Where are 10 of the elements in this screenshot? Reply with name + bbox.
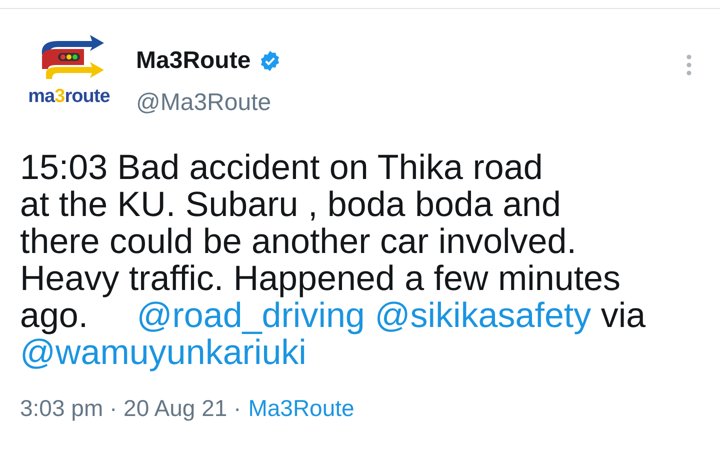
tweet-text: 15:03 Bad accident on Thika road at the KU. Subaru , boda boda and there could be another car involved. Heavy traffic. Happened a few minutes ago. @road_driving @sikikasafety via @wamuyunkariuki xyxy=(19,149,647,371)
source-link[interactable]: Ma3Route xyxy=(248,391,354,426)
mention-link[interactable]: @wamuyunkariuki xyxy=(20,333,306,372)
author-name[interactable]: Ma3Route xyxy=(136,43,251,79)
author-handle[interactable]: @Ma3Route xyxy=(136,85,686,121)
mention-link[interactable]: @sikikasafety xyxy=(374,296,592,335)
mention-link[interactable]: @road_driving xyxy=(136,296,365,335)
tweet-timestamp: 3:03 pm · 20 Aug 21 · xyxy=(20,394,242,423)
more-options-icon[interactable] xyxy=(686,53,692,77)
logo-text: ma3route xyxy=(28,87,110,106)
